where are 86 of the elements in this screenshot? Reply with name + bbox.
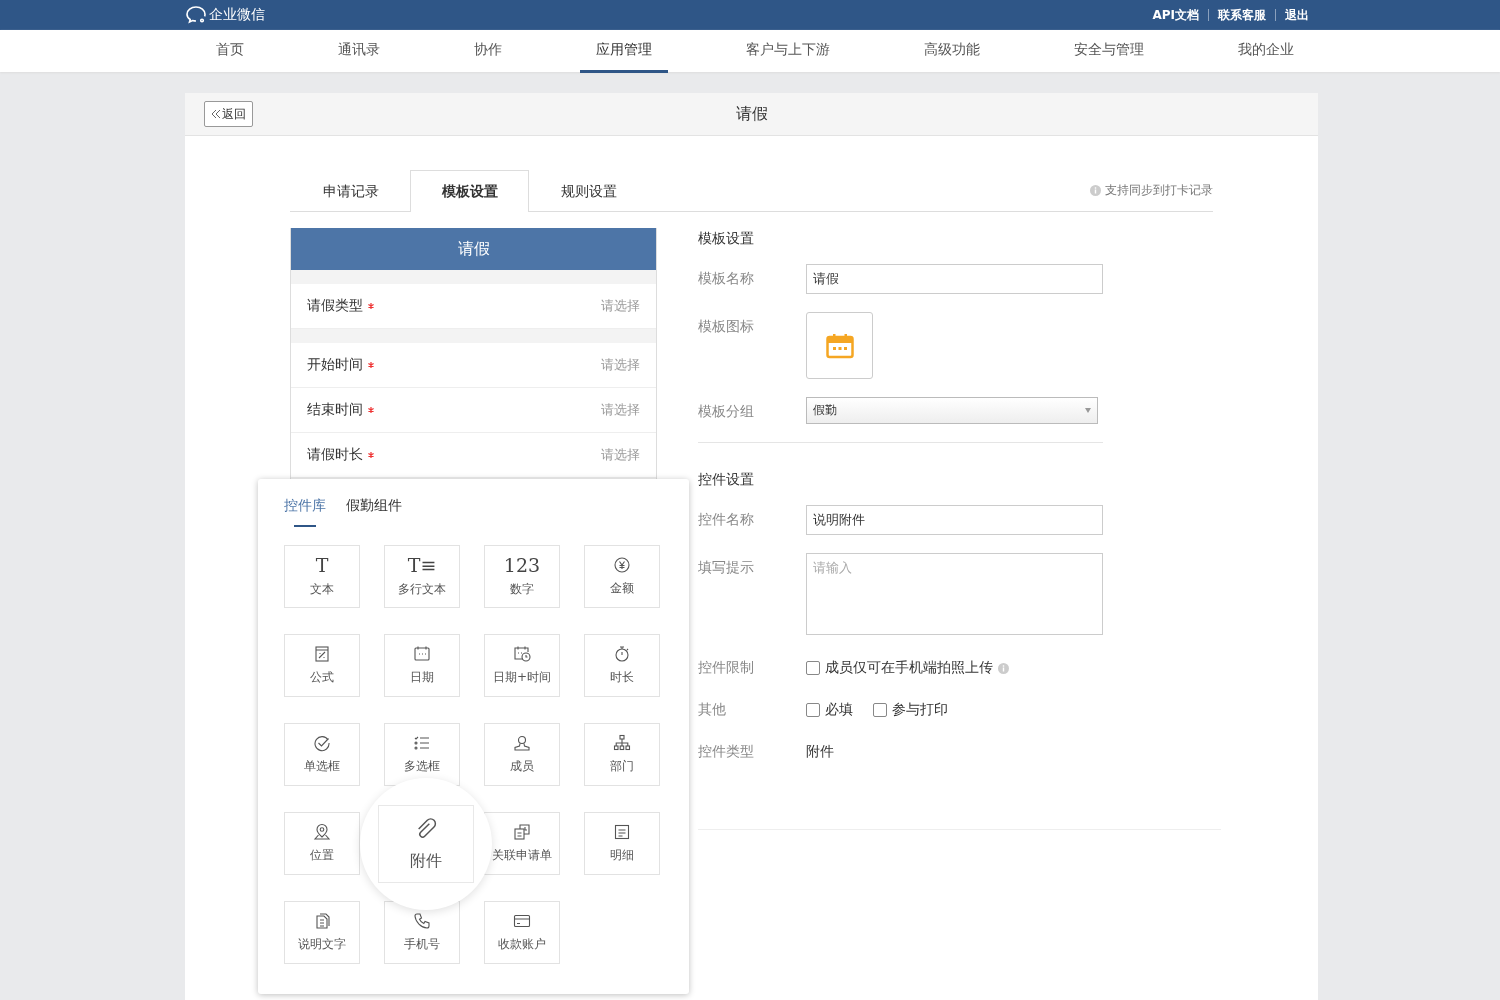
checkbox[interactable] (806, 661, 820, 675)
field-label: 请假时长 (307, 446, 363, 464)
control-tile[interactable]: 位置 (284, 812, 360, 875)
control-tile[interactable]: 日期 (384, 634, 460, 697)
nav-tab[interactable]: 协作 (458, 30, 518, 73)
section-heading: 模板设置 (698, 230, 755, 248)
control-tile[interactable]: 123 数字 (484, 545, 560, 608)
checkbox-label: 必填 (825, 701, 853, 719)
chat-bubble-icon (185, 5, 207, 25)
control-tile[interactable]: T 文本 (284, 545, 360, 608)
glyph-icon: T≡ (407, 555, 437, 575)
checkbox[interactable] (873, 703, 887, 717)
nav-tab[interactable]: 安全与管理 (1058, 30, 1160, 73)
field-label: 填写提示 (698, 558, 755, 577)
control-tile[interactable]: 收款账户 (484, 901, 560, 964)
calendar-icon (825, 332, 854, 359)
control-tile[interactable]: 附件 (378, 805, 474, 883)
control-tile[interactable]: 公式 (284, 634, 360, 697)
control-tile[interactable]: 成员 (484, 723, 560, 786)
hint-text: 支持同步到打卡记录 (1105, 182, 1213, 199)
location-pin-icon (313, 823, 331, 841)
palette-tab[interactable]: 假勤组件 (346, 493, 402, 527)
field-label: 其他 (698, 700, 727, 719)
calendar-icon (413, 645, 431, 663)
glyph-icon: T (315, 555, 329, 575)
header-link[interactable]: 退出 (1275, 9, 1318, 21)
bank-card-icon (513, 912, 531, 930)
field-label: 结束时间 (307, 401, 363, 419)
preview-title: 请假 (291, 228, 656, 270)
nav-tab[interactable]: 客户与上下游 (730, 30, 846, 73)
checklist-icon (413, 734, 431, 752)
nav-tab[interactable]: 首页 (200, 30, 260, 73)
control-tile[interactable]: 部门 (584, 723, 660, 786)
nav-tab[interactable]: 通讯录 (322, 30, 396, 73)
control-tile[interactable]: 明细 (584, 812, 660, 875)
icon-picker[interactable] (806, 312, 873, 379)
tab[interactable]: 规则设置 (529, 171, 648, 212)
back-button[interactable]: 返回 (204, 101, 253, 127)
document-icon (313, 912, 331, 930)
field-label: 模板分组 (698, 402, 755, 421)
field-label: 开始时间 (307, 356, 363, 374)
text-field[interactable]: 请假 (806, 264, 1103, 294)
logo-text: 企业微信 (209, 6, 265, 24)
calendar-clock-icon (513, 645, 531, 663)
section-heading: 控件设置 (698, 471, 755, 489)
linked-document-icon (513, 823, 531, 841)
double-chevron-icon (211, 109, 221, 119)
field-value: 附件 (806, 742, 834, 761)
check-circle-icon (313, 734, 331, 752)
phone-icon (413, 912, 431, 930)
info-icon (1090, 185, 1101, 196)
page-title: 请假 (735, 103, 768, 123)
field-label: 模板名称 (698, 269, 755, 288)
coin-icon (613, 556, 631, 574)
checkbox[interactable] (806, 703, 820, 717)
textarea-field[interactable]: 请输入 (806, 553, 1103, 635)
control-tile[interactable]: 日期+时间 (484, 634, 560, 697)
stopwatch-icon (613, 645, 631, 663)
org-chart-icon (613, 734, 631, 752)
control-tile[interactable]: 说明文字 (284, 901, 360, 964)
list-document-icon (613, 823, 631, 841)
control-tile[interactable]: 单选框 (284, 723, 360, 786)
control-tile[interactable]: 时长 (584, 634, 660, 697)
header-link[interactable]: API文档 (1143, 9, 1208, 21)
text-field[interactable]: 说明附件 (806, 505, 1103, 535)
tab[interactable]: 模板设置 (410, 170, 529, 212)
field-label: 请假类型 (307, 297, 363, 315)
group-dropdown[interactable]: 假勤 (806, 397, 1098, 424)
glyph-icon: 123 (503, 555, 541, 575)
control-tile[interactable]: 金额 (584, 545, 660, 608)
field-label: 控件名称 (698, 510, 755, 529)
field-label: 模板图标 (698, 317, 755, 336)
nav-tab[interactable]: 我的企业 (1222, 30, 1310, 73)
palette-tab[interactable]: 控件库 (284, 493, 326, 527)
formula-icon (313, 645, 331, 663)
nav-tab[interactable]: 高级功能 (908, 30, 996, 73)
checkbox-label: 成员仅可在手机端拍照上传 (825, 659, 993, 677)
tab[interactable]: 申请记录 (291, 171, 410, 212)
person-icon (513, 734, 531, 752)
field-label: 控件限制 (698, 658, 755, 677)
control-tile[interactable]: T≡ 多行文本 (384, 545, 460, 608)
checkbox-label: 参与打印 (892, 701, 948, 719)
caret-icon (1085, 408, 1091, 413)
field-label: 控件类型 (698, 742, 755, 761)
header-link[interactable]: 联系客服 (1208, 9, 1275, 21)
nav-tab[interactable]: 应用管理 (580, 30, 668, 73)
